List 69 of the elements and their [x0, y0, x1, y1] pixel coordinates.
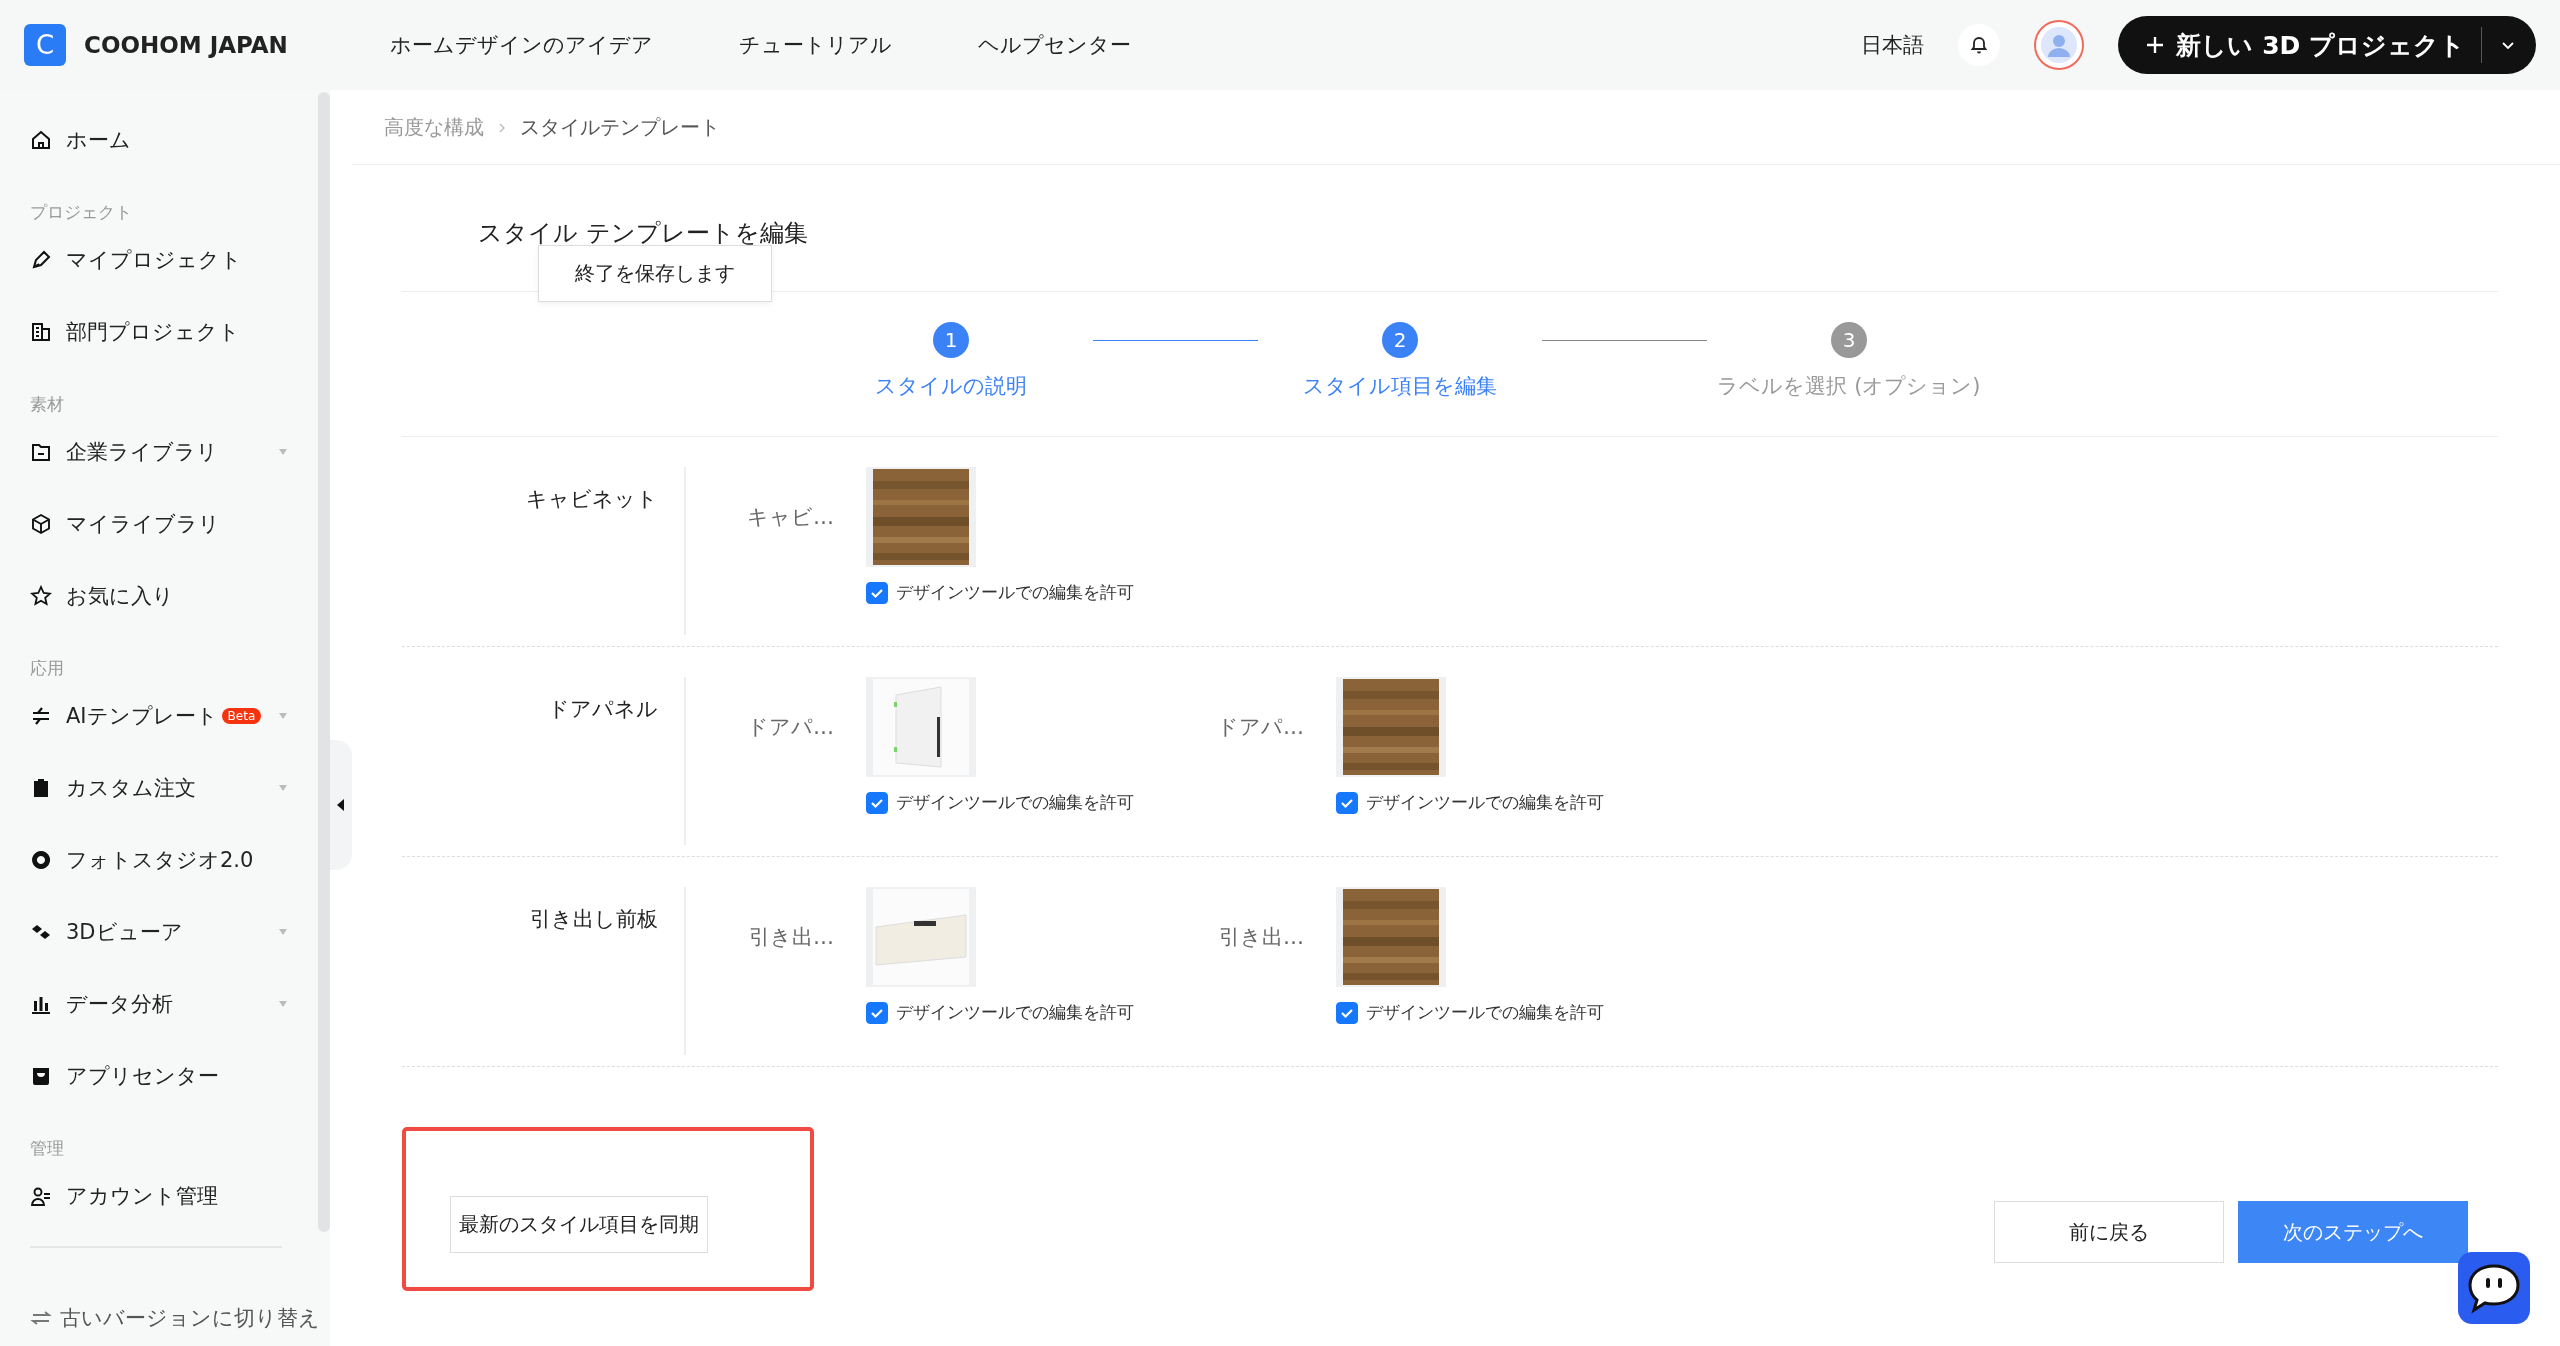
sidebar-item[interactable]: マイプロジェクト — [30, 224, 286, 296]
step-label: ラベルを選択 (オプション) — [1717, 373, 1981, 400]
checkbox[interactable] — [1336, 1001, 1358, 1024]
logo[interactable]: C — [24, 24, 66, 66]
row-label: 引き出し前板 — [402, 887, 686, 1055]
sidebar-item[interactable]: 3Dビューア — [30, 896, 286, 968]
brand-name: COOHOM JAPAN — [84, 32, 288, 58]
step-label: スタイルの説明 — [875, 373, 1027, 400]
language-link[interactable]: 日本語 — [1861, 31, 1925, 59]
bag-icon — [30, 1065, 52, 1087]
notification-bell-icon[interactable] — [1958, 24, 2001, 66]
triangle-left-icon — [336, 798, 346, 812]
scrollbar[interactable] — [318, 92, 330, 1232]
cube-icon — [30, 513, 52, 535]
sidebar-item[interactable]: カスタム注文 — [30, 752, 286, 824]
checkbox-label: デザインツールでの編集を許可 — [1366, 1001, 1604, 1024]
item-caption: 引き出… — [1218, 924, 1305, 951]
sidebar-section-label: プロジェクト — [30, 201, 133, 224]
new-project-button[interactable]: 新しい 3D プロジェクト — [2118, 16, 2536, 74]
row-label: ドアパネル — [402, 677, 686, 845]
nav-link[interactable]: ホームデザインのアイデア — [390, 31, 653, 59]
item-caption: ドアパ… — [1216, 714, 1305, 741]
sidebar-section-label: 管理 — [30, 1137, 65, 1160]
sidebar-item[interactable]: ホーム — [30, 104, 286, 176]
star-icon — [30, 585, 52, 607]
row-label: キャビネット — [402, 467, 686, 635]
sidebar-item[interactable]: データ分析 — [30, 968, 286, 1040]
beta-badge: Beta — [221, 708, 262, 724]
switch-version-link[interactable]: 古いバージョンに切り替え — [30, 1298, 320, 1338]
tooltip: 終了を保存します — [538, 245, 772, 302]
user-avatar[interactable] — [2034, 20, 2085, 70]
checkbox-label: デザインツールでの編集を許可 — [896, 791, 1134, 814]
step-number: 1 — [933, 322, 969, 358]
sidebar-item[interactable]: フォトスタジオ2.0 — [30, 824, 286, 896]
step-number: 2 — [1382, 322, 1418, 358]
sidebar-item[interactable]: マイライブラリ — [30, 488, 286, 560]
building-icon — [30, 321, 52, 343]
sidebar-item[interactable]: アプリセンター — [30, 1040, 286, 1112]
step-label: スタイル項目を編集 — [1303, 373, 1497, 400]
chat-button[interactable] — [2458, 1252, 2530, 1324]
back-button[interactable]: 前に戻る — [1994, 1201, 2224, 1263]
home-icon — [30, 129, 52, 151]
sidebar-item[interactable]: AIテンプレート Beta — [30, 680, 286, 752]
nav-link[interactable]: チュートリアル — [739, 31, 892, 59]
sidebar-item[interactable]: アカウント管理 — [30, 1160, 286, 1232]
checkbox[interactable] — [866, 1001, 888, 1024]
checkbox-label: デザインツールでの編集を許可 — [1366, 791, 1604, 814]
sidebar-item[interactable]: 企業ライブラリ — [30, 416, 286, 488]
sidebar-section-label: 応用 — [30, 657, 65, 680]
sidebar-section-label: 素材 — [30, 393, 65, 416]
checkbox-label: デザインツールでの編集を許可 — [896, 581, 1134, 604]
collapse-handle[interactable] — [330, 740, 352, 870]
item-caption: キャビ… — [746, 504, 835, 531]
item-caption: 引き出… — [748, 924, 835, 951]
checkbox[interactable] — [866, 791, 888, 814]
user-icon — [30, 1185, 52, 1207]
pen-icon — [30, 249, 52, 271]
breadcrumb-link[interactable]: スタイルテンプレート — [520, 113, 720, 141]
step-number: 3 — [1831, 322, 1867, 358]
sidebar-item[interactable]: お気に入り — [30, 560, 286, 632]
checkbox[interactable] — [866, 581, 888, 604]
sidebar-item[interactable]: 部門プロジェクト — [30, 296, 286, 368]
item-caption: ドアパ… — [746, 714, 835, 741]
folder-icon — [30, 441, 52, 463]
next-button[interactable]: 次のステップへ — [2238, 1201, 2468, 1263]
nav-link[interactable]: ヘルプセンター — [978, 31, 1131, 59]
checkbox-label: デザインツールでの編集を許可 — [896, 1001, 1134, 1024]
checkbox[interactable] — [1336, 791, 1358, 814]
sync-button[interactable]: 最新のスタイル項目を同期 — [450, 1196, 708, 1253]
